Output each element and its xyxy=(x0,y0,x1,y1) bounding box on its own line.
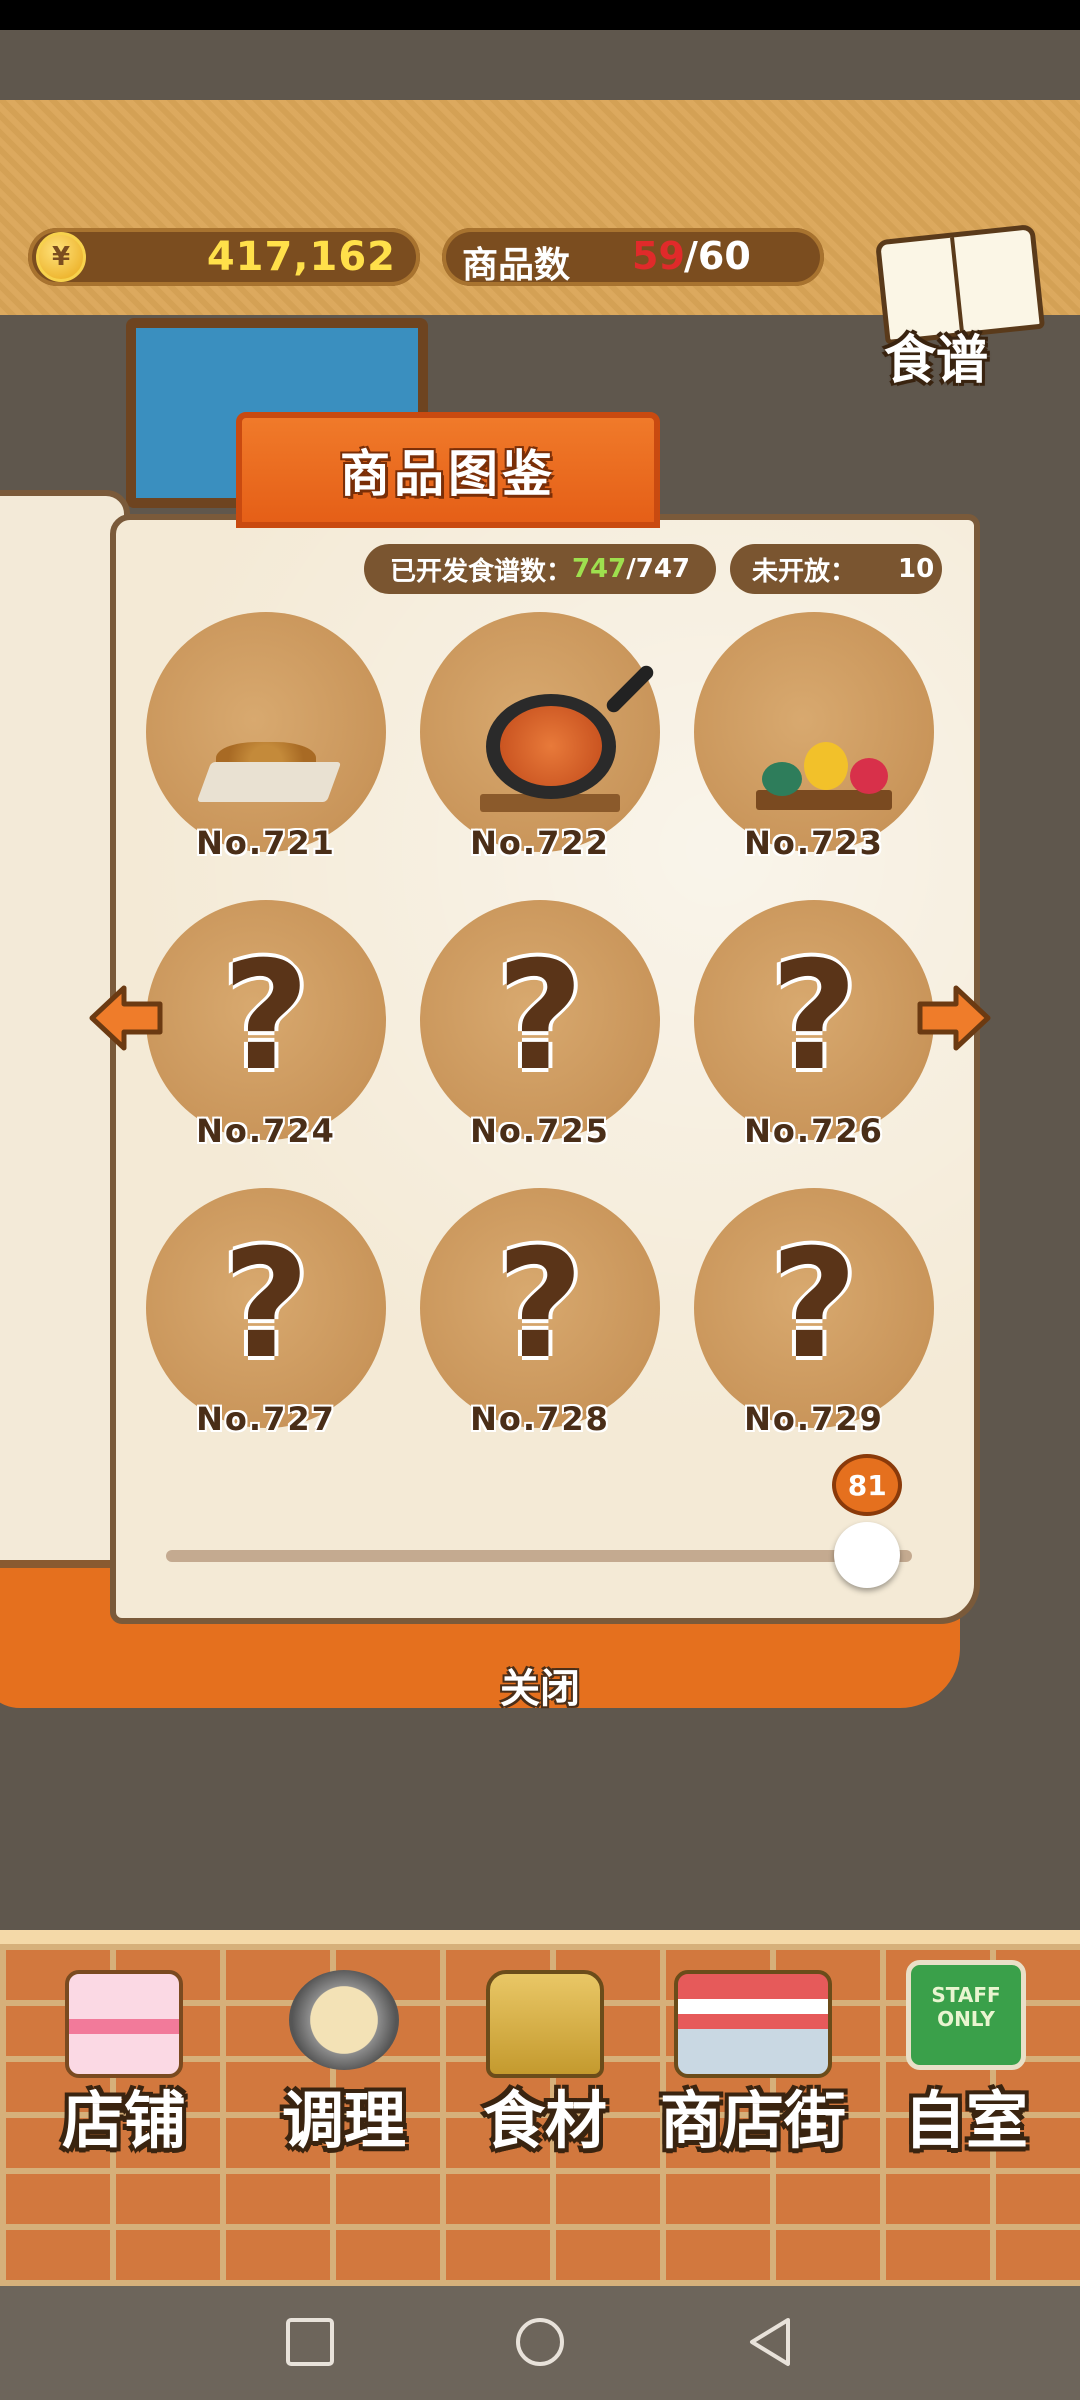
item-number: No.725 xyxy=(470,1112,610,1150)
staff-only-sign-text: STAFF ONLY xyxy=(931,1983,1001,2031)
item-number: No.721 xyxy=(196,824,336,862)
developed-recipes-badge: 已开发食谱数： 747/747 xyxy=(364,544,716,594)
recipe-item-locked[interactable]: ? No.727 xyxy=(146,1188,396,1458)
nav-ingredients[interactable]: 食材 xyxy=(460,1960,630,2160)
ingredient-bag-icon xyxy=(486,1970,604,2078)
recipe-item[interactable]: No.722 xyxy=(420,612,670,882)
recipe-item-locked[interactable]: ? No.725 xyxy=(420,900,670,1170)
previous-page-button[interactable] xyxy=(86,978,166,1058)
yen-coin-icon: ¥ xyxy=(36,232,86,282)
arrow-right-icon xyxy=(917,985,991,1051)
mixing-bowl-icon xyxy=(289,1970,399,2070)
item-number: No.728 xyxy=(470,1400,610,1438)
green-sweet-icon xyxy=(762,762,802,796)
recipe-button[interactable]: 食谱 xyxy=(866,222,1046,391)
nav-shop[interactable]: 店铺 xyxy=(34,1960,214,2160)
goods-count-current: 59 xyxy=(632,234,685,278)
serving-tray-icon xyxy=(196,762,342,802)
nav-separator xyxy=(0,1930,1080,1944)
item-number: No.723 xyxy=(744,824,884,862)
developed-label: 已开发食谱数： xyxy=(389,556,572,587)
close-button[interactable]: 关闭 xyxy=(480,1656,600,1714)
item-number: No.724 xyxy=(196,1112,336,1150)
goods-count-label: 商品数 xyxy=(462,245,571,286)
recipe-item[interactable]: No.721 xyxy=(146,612,396,882)
item-number: No.722 xyxy=(470,824,610,862)
page-slider-track[interactable] xyxy=(166,1550,912,1562)
pan-dish-icon xyxy=(500,706,602,786)
square-icon xyxy=(286,2318,334,2366)
recipe-button-label: 食谱 xyxy=(884,331,989,391)
yellow-sweet-icon xyxy=(804,742,848,790)
recipe-item[interactable]: No.723 xyxy=(694,612,944,882)
developed-current: 747 xyxy=(571,554,627,584)
item-background xyxy=(146,612,386,852)
money-value: 417,162 xyxy=(206,234,396,280)
recipe-item-locked[interactable]: ? No.724 xyxy=(146,900,396,1170)
unopened-badge: 未开放： 10 xyxy=(730,544,942,594)
shop-street-icon xyxy=(674,1970,832,2078)
dialog-title: 商品图鉴 xyxy=(340,445,556,503)
recent-apps-button[interactable] xyxy=(284,2316,336,2368)
money-display: ¥ 417,162 xyxy=(28,228,420,286)
next-page-button[interactable] xyxy=(914,978,994,1058)
recipe-item-locked[interactable]: ? No.726 xyxy=(694,900,944,1170)
question-mark-icon: ? xyxy=(770,930,858,1104)
item-number: No.726 xyxy=(744,1112,884,1150)
item-number: No.727 xyxy=(196,1400,336,1438)
unopened-value: 10 xyxy=(898,554,935,584)
developed-total: /747 xyxy=(626,554,691,584)
nav-cooking-label: 调理 xyxy=(281,2084,406,2157)
nav-shop-street[interactable]: 商店街 xyxy=(644,1960,862,2160)
nav-ingredients-label: 食材 xyxy=(482,2084,607,2157)
goods-count-max: /60 xyxy=(684,234,751,278)
question-mark-icon: ? xyxy=(222,1218,310,1392)
goods-count-display: 商品数 59 /60 xyxy=(442,228,824,286)
question-mark-icon: ? xyxy=(770,1218,858,1392)
recipe-item-locked[interactable]: ? No.729 xyxy=(694,1188,944,1458)
question-mark-icon: ? xyxy=(222,930,310,1104)
back-button[interactable] xyxy=(744,2316,796,2368)
recipe-item-locked[interactable]: ? No.728 xyxy=(420,1188,670,1458)
staff-only-sign-icon: STAFF ONLY xyxy=(906,1960,1026,2070)
red-sweet-icon xyxy=(850,758,888,794)
nav-own-room[interactable]: STAFF ONLY 自室 xyxy=(876,1960,1056,2160)
circle-icon xyxy=(516,2318,564,2366)
unopened-label: 未开放： xyxy=(752,556,857,587)
item-number: No.729 xyxy=(744,1400,884,1438)
question-mark-icon: ? xyxy=(496,1218,584,1392)
question-mark-icon: ? xyxy=(496,930,584,1104)
arrow-left-icon xyxy=(89,985,163,1051)
nav-cooking[interactable]: 调理 xyxy=(254,1960,434,2160)
cake-icon xyxy=(65,1970,183,2078)
item-background xyxy=(694,612,934,852)
home-button[interactable] xyxy=(514,2316,566,2368)
nav-shop-street-label: 商店街 xyxy=(659,2084,846,2157)
triangle-back-icon xyxy=(750,2318,790,2366)
page-slider-knob[interactable] xyxy=(834,1522,901,1588)
nav-shop-label: 店铺 xyxy=(61,2084,186,2157)
page-slider-value: 81 xyxy=(832,1454,903,1516)
dialog-title-tab: 商品图鉴 xyxy=(236,412,660,528)
status-bar xyxy=(0,0,1080,30)
nav-own-room-label: 自室 xyxy=(903,2084,1028,2157)
